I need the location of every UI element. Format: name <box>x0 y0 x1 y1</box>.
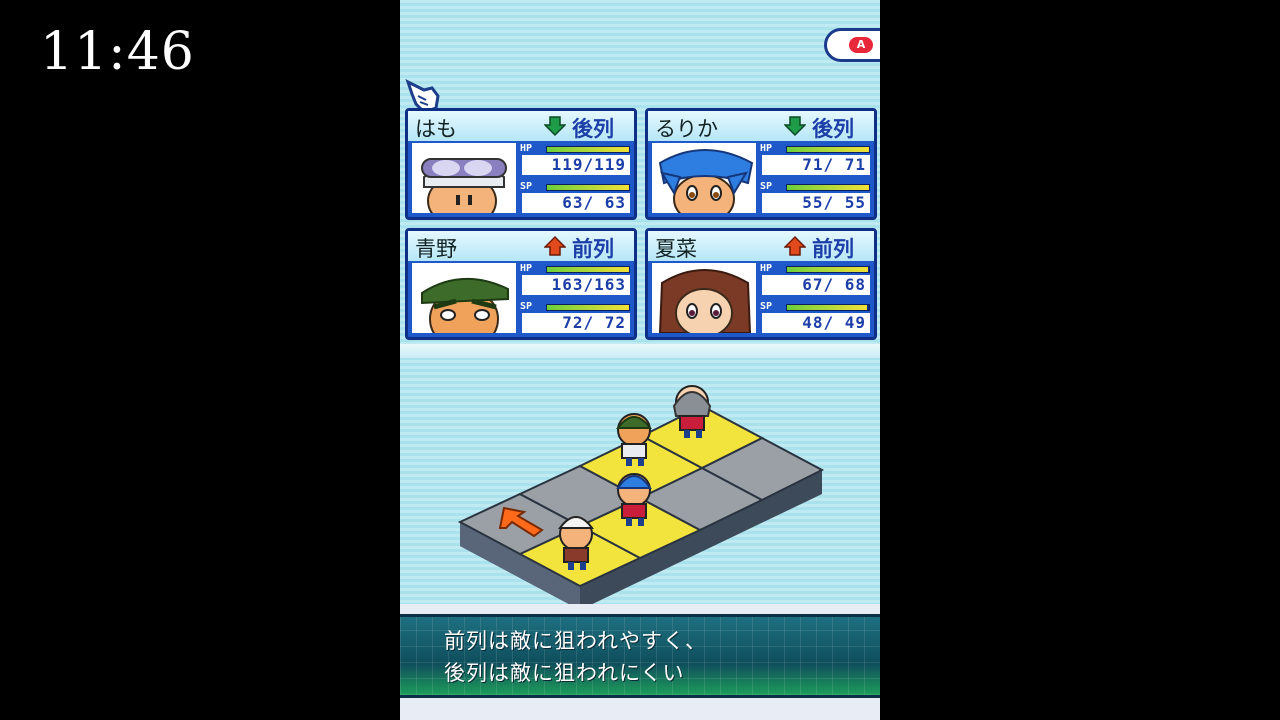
hp-bar-fill <box>547 147 629 152</box>
hp-bar-fill <box>547 267 629 272</box>
hp-value: 71/ 71 <box>762 155 870 175</box>
hp-value: 67/ 68 <box>762 275 870 295</box>
game-screen: A はも 後列 HP 119/119 SP 63/ 63 るりか 後列 HP 7… <box>400 0 880 720</box>
hp-stat: HP 163/163 <box>520 263 632 297</box>
hp-stat: HP 67/ 68 <box>760 263 872 297</box>
hp-bar-fill <box>787 147 869 152</box>
hp-stat: HP 71/ 71 <box>760 143 872 177</box>
row-position: 前列 <box>812 237 854 261</box>
character-sprite-kana <box>672 385 712 438</box>
panel-divider <box>400 344 880 358</box>
sp-stat: SP 72/ 72 <box>520 301 632 335</box>
message-line-1: 前列は敵に狙われやすく、 <box>444 629 707 653</box>
a-button-label: A <box>849 37 873 53</box>
character-sprite-hamo <box>558 516 594 570</box>
arrow-up-icon <box>544 235 566 256</box>
sp-bar-fill <box>547 185 629 190</box>
row-position: 後列 <box>572 117 614 141</box>
sp-bar-fill <box>787 185 869 190</box>
character-name: はも <box>415 117 457 141</box>
row-position: 前列 <box>572 237 614 261</box>
party-card-rurika[interactable]: るりか 後列 HP 71/ 71 SP 55/ 55 <box>645 108 877 220</box>
a-button[interactable]: A <box>824 28 880 62</box>
character-name: 夏菜 <box>655 237 697 261</box>
sp-stat: SP 48/ 49 <box>760 301 872 335</box>
message-line-2: 後列は敵に狙われにくい <box>444 661 685 685</box>
character-name: るりか <box>655 117 718 141</box>
hp-bar-fill <box>787 267 868 272</box>
sp-bar-fill <box>787 305 868 310</box>
message-box[interactable]: 前列は敵に狙われやすく、 後列は敵に狙われにくい <box>400 604 880 720</box>
elapsed-timer: 11:46 <box>40 22 195 82</box>
sp-stat: SP 63/ 63 <box>520 181 632 215</box>
hp-stat: HP 119/119 <box>520 143 632 177</box>
sp-value: 63/ 63 <box>522 193 630 213</box>
arrow-up-icon <box>784 235 806 256</box>
character-sprite-aono <box>616 413 652 466</box>
row-position: 後列 <box>812 117 854 141</box>
arrow-down-icon <box>784 116 806 137</box>
sp-stat: SP 55/ 55 <box>760 181 872 215</box>
sp-bar-fill <box>547 305 629 310</box>
formation-field <box>457 385 825 604</box>
sp-value: 48/ 49 <box>762 313 870 333</box>
sp-value: 55/ 55 <box>762 193 870 213</box>
hp-value: 163/163 <box>522 275 630 295</box>
portrait-rurika <box>652 143 756 213</box>
sp-value: 72/ 72 <box>522 313 630 333</box>
character-sprite-rurika <box>616 473 652 526</box>
party-card-hamo[interactable]: はも 後列 HP 119/119 SP 63/ 63 <box>405 108 637 220</box>
portrait-aono <box>412 263 516 333</box>
hp-value: 119/119 <box>522 155 630 175</box>
arrow-down-icon <box>544 116 566 137</box>
party-card-kana[interactable]: 夏菜 前列 HP 67/ 68 SP 48/ 49 <box>645 228 877 340</box>
character-name: 青野 <box>415 237 457 261</box>
portrait-hamo <box>412 143 516 213</box>
portrait-kana <box>652 263 756 333</box>
party-card-aono[interactable]: 青野 前列 HP 163/163 SP 72/ 72 <box>405 228 637 340</box>
